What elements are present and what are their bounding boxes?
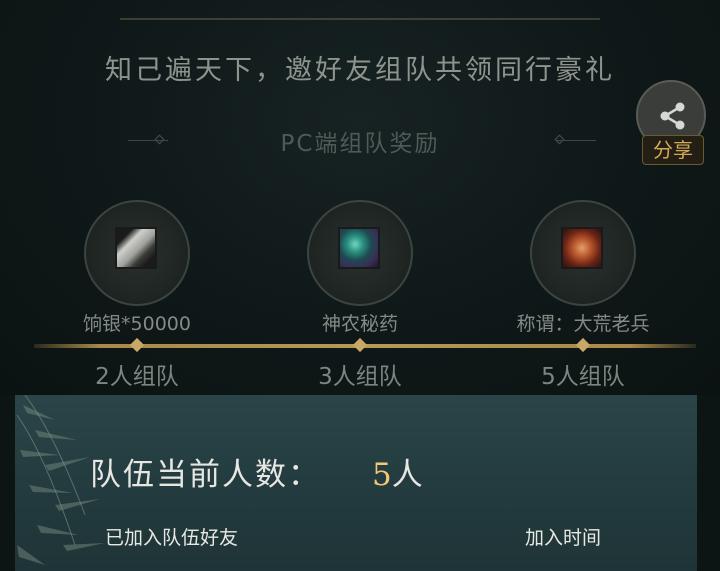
reward-name-2: 神农秘药 <box>321 313 398 335</box>
tier-label-1: 2人组队 <box>95 364 179 390</box>
column-header-join-time: 加入时间 <box>525 527 602 549</box>
section-title: PC端组队奖励 <box>280 131 440 157</box>
slogan-text: 知己遍天下，邀好友组队共领同行豪礼 <box>105 55 615 86</box>
reward-name-3: 称谓：大荒老兵 <box>516 313 650 335</box>
tier-label-2: 3人组队 <box>318 364 402 390</box>
title-item-icon[interactable] <box>561 227 603 269</box>
title-ornament-right <box>556 140 596 141</box>
team-count-unit: 人 <box>391 457 423 493</box>
reward-name-1: 饷银*50000 <box>83 313 191 335</box>
reward-slot-1[interactable] <box>84 200 190 306</box>
team-count-label: 队伍当前人数： <box>90 457 321 493</box>
team-count: 5人 <box>372 449 423 494</box>
medicine-item-icon[interactable] <box>338 227 380 269</box>
reward-slot-2[interactable] <box>307 200 413 306</box>
silver-item-icon[interactable] <box>115 227 157 269</box>
column-header-members: 已加入队伍好友 <box>105 527 239 549</box>
tier-label-3: 5人组队 <box>541 364 625 390</box>
team-count-number: 5 <box>372 457 392 493</box>
reward-slot-3[interactable] <box>530 200 636 306</box>
header-ornament <box>120 0 600 20</box>
team-panel: 队伍当前人数： 5人 已加入队伍好友 加入时间 <box>15 395 697 571</box>
